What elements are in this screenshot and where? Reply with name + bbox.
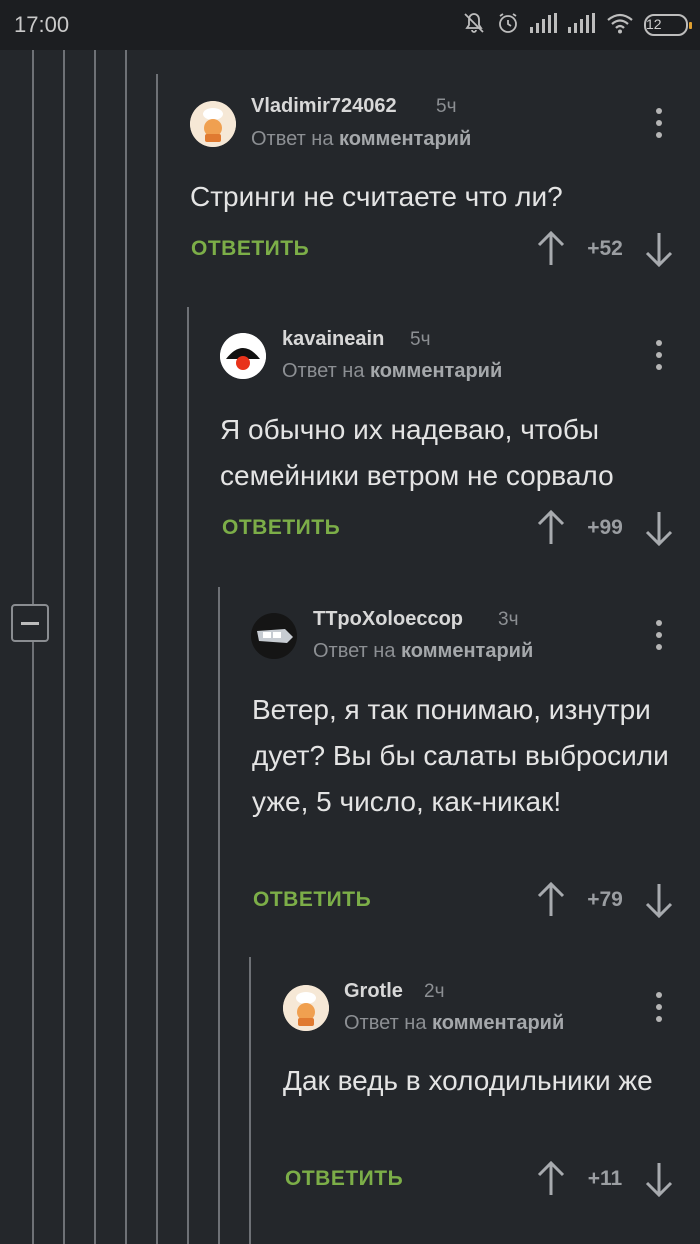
reply-target-link[interactable]: комментарий [432, 1012, 564, 1034]
more-menu-icon[interactable] [654, 620, 664, 650]
reply-prefix: Ответ на [251, 128, 334, 150]
chef-avatar[interactable] [283, 985, 329, 1031]
comment-time: 2ч [424, 981, 445, 1002]
upvote-arrow-icon[interactable] [536, 230, 566, 267]
battery-level: 12 [646, 16, 662, 32]
reply-to: Ответ на комментарий [282, 360, 502, 383]
more-menu-icon[interactable] [654, 340, 664, 370]
comment-text: Ветер, я так понимаю, изнутри дует? Вы б… [252, 694, 669, 817]
upvote-arrow-icon[interactable] [536, 509, 566, 546]
reply-target-link[interactable]: комментарий [401, 640, 533, 662]
downvote-arrow-icon[interactable] [644, 510, 674, 547]
headlight-avatar[interactable] [251, 613, 297, 659]
thread-line [249, 957, 251, 1244]
downvote-arrow-icon[interactable] [644, 1161, 674, 1198]
bell-off-icon [462, 11, 486, 40]
status-icons: 12 [462, 10, 692, 40]
chef-avatar[interactable] [190, 101, 236, 147]
more-menu-icon[interactable] [654, 992, 664, 1022]
collapse-thread-button[interactable] [11, 604, 49, 642]
upvote-arrow-icon[interactable] [536, 881, 566, 918]
vote-score: +52 [587, 237, 623, 260]
thread-line [156, 74, 158, 1244]
reply-button[interactable]: ОТВЕТИТЬ [191, 237, 309, 261]
thread-line [63, 50, 65, 1244]
thread-line [218, 587, 220, 1244]
umbrella-avatar[interactable] [220, 333, 266, 379]
reply-button[interactable]: ОТВЕТИТЬ [253, 888, 371, 912]
thread-line [187, 307, 189, 1244]
upvote-arrow-icon[interactable] [536, 1160, 566, 1197]
reply-prefix: Ответ на [344, 1012, 427, 1034]
username[interactable]: TTpoXoloeccop [313, 608, 463, 631]
minus-icon [21, 621, 39, 625]
reply-target-link[interactable]: комментарий [370, 360, 502, 382]
downvote-arrow-icon[interactable] [644, 231, 674, 268]
thread-line [125, 50, 127, 1244]
thread-line [94, 50, 96, 1244]
username[interactable]: Grotle [344, 980, 403, 1003]
reply-to: Ответ на комментарий [344, 1012, 564, 1035]
comment-text: Дак ведь в холодильники же [283, 1065, 653, 1096]
reply-prefix: Ответ на [282, 360, 365, 382]
status-bar: 17:00 12 [0, 0, 700, 50]
comment-text: Стринги не считаете что ли? [190, 181, 563, 212]
signal-icon [530, 12, 558, 38]
reply-target-link[interactable]: комментарий [339, 128, 471, 150]
downvote-arrow-icon[interactable] [644, 882, 674, 919]
comment-time: 5ч [410, 329, 431, 350]
reply-to: Ответ на комментарий [313, 640, 533, 663]
vote-score: +79 [587, 888, 623, 911]
thread-line [32, 50, 34, 1244]
comment-time: 5ч [436, 96, 457, 117]
status-time: 17:00 [14, 12, 70, 37]
vote-score: +11 [587, 1167, 623, 1190]
wifi-icon [606, 12, 634, 39]
reply-prefix: Ответ на [313, 640, 396, 662]
comment-time: 3ч [498, 609, 519, 630]
battery-icon: 12 [644, 14, 692, 36]
username[interactable]: Vladimir724062 [251, 95, 397, 118]
reply-button[interactable]: ОТВЕТИТЬ [222, 516, 340, 540]
reply-to: Ответ на комментарий [251, 128, 471, 151]
signal-icon [568, 12, 596, 38]
reply-button[interactable]: ОТВЕТИТЬ [285, 1167, 403, 1191]
comment-text: Я обычно их надеваю, чтобы семейники вет… [220, 414, 614, 491]
vote-score: +99 [587, 516, 623, 539]
username[interactable]: kavaineain [282, 328, 384, 351]
alarm-icon [496, 11, 520, 40]
more-menu-icon[interactable] [654, 108, 664, 138]
